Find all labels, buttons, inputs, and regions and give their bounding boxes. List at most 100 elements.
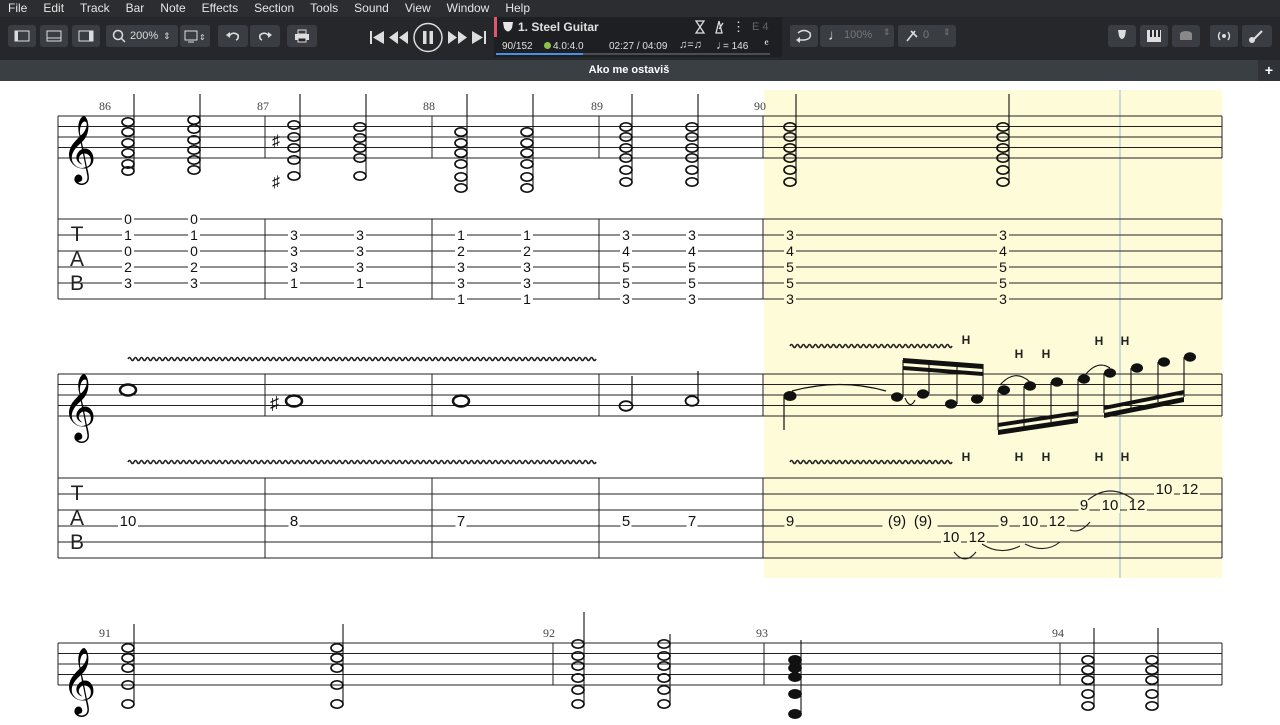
sixteenth-note[interactable] [1184, 352, 1196, 362]
playback-progress-track[interactable] [496, 53, 770, 55]
tab-fret-number[interactable]: 10 [1156, 481, 1173, 498]
more-options-icon[interactable]: ⋮ [732, 19, 745, 35]
chord-note[interactable] [788, 654, 802, 666]
chord-note-hollow[interactable] [657, 698, 671, 710]
tab-fret-number[interactable]: 5 [688, 259, 696, 275]
tab-fret-number[interactable]: 3 [356, 243, 364, 259]
tab-fret-number[interactable]: 4 [688, 243, 696, 259]
zoom-stepper-icon[interactable]: ⇕ [163, 31, 171, 42]
tab-fret-number[interactable]: 9 [1000, 513, 1008, 530]
tab-fret-number[interactable]: 5 [999, 259, 1007, 275]
tab-fret-number[interactable]: 2 [523, 243, 531, 259]
tab-fret-number[interactable]: 5 [786, 259, 794, 275]
chord-note[interactable] [788, 671, 802, 683]
chord-note-hollow[interactable] [121, 116, 135, 128]
chord-note-hollow[interactable] [287, 119, 301, 131]
tab-fret-number[interactable]: 4 [622, 243, 630, 259]
tab-fret-number[interactable]: 3 [786, 291, 794, 307]
chord-note-hollow[interactable] [685, 164, 699, 176]
tab-fret-number[interactable]: 1 [457, 227, 465, 243]
tab-fret-number[interactable]: 10 [943, 529, 960, 546]
chord-note-hollow[interactable] [1081, 700, 1095, 712]
tab-fret-number[interactable]: 9 [1080, 497, 1088, 514]
tab-fret-number[interactable]: 3 [786, 227, 794, 243]
tab-fret-number[interactable]: 0 [124, 243, 132, 259]
transpose-stepper-icon[interactable]: ⇕ [943, 27, 951, 38]
menu-bar-menu[interactable]: Bar [118, 0, 153, 17]
sixteenth-note[interactable] [1051, 377, 1063, 387]
chord-note[interactable] [788, 688, 802, 700]
hourglass-icon[interactable] [694, 20, 706, 34]
chord-note-hollow[interactable] [571, 660, 585, 672]
chord-note-hollow[interactable] [454, 147, 468, 159]
chord-note-hollow[interactable] [657, 672, 671, 684]
layout-screen-icon[interactable] [40, 25, 68, 47]
chord-note-hollow[interactable] [454, 158, 468, 170]
document-title[interactable]: Ako me ostaviš [0, 60, 1258, 81]
tab-fret-number[interactable]: 3 [190, 275, 198, 291]
tab-fret-number[interactable]: 1 [290, 275, 298, 291]
menu-note[interactable]: Note [152, 0, 193, 17]
chord-note-hollow[interactable] [121, 652, 135, 664]
tab-fret-number[interactable]: 3 [290, 259, 298, 275]
tab-fret-number[interactable]: 12 [1049, 513, 1066, 530]
sixteenth-note[interactable] [971, 394, 983, 404]
tab-fret-number[interactable]: 3 [523, 275, 531, 291]
menu-help[interactable]: Help [497, 0, 538, 17]
undo-icon[interactable] [218, 25, 248, 47]
sixteenth-note[interactable] [1131, 363, 1143, 373]
sixteenth-note[interactable] [945, 399, 957, 409]
tab-fret-number[interactable]: 5 [688, 275, 696, 291]
tab-fret-number[interactable]: 2 [457, 243, 465, 259]
menu-sound[interactable]: Sound [346, 0, 397, 17]
tab-fret-number[interactable]: 7 [457, 513, 465, 530]
chord-note-hollow[interactable] [520, 182, 534, 194]
menu-track[interactable]: Track [72, 0, 118, 17]
tab-fret-number[interactable]: 3 [356, 227, 364, 243]
zoom-control[interactable]: 200% ⇕ [106, 25, 178, 47]
whole-note[interactable] [118, 383, 138, 397]
chord-note-hollow[interactable] [520, 158, 534, 170]
drum-view-icon[interactable] [1172, 25, 1200, 47]
chord-note-hollow[interactable] [121, 698, 135, 710]
sixteenth-note[interactable] [1024, 381, 1036, 391]
tab-fret-number[interactable]: 0 [124, 211, 132, 227]
menu-effects[interactable]: Effects [194, 0, 246, 17]
tab-fret-number[interactable]: 1 [523, 291, 531, 307]
chord-note-hollow[interactable] [454, 137, 468, 149]
chord-note-hollow[interactable] [520, 171, 534, 183]
tab-fret-number[interactable]: 3 [457, 259, 465, 275]
tab-fret-number[interactable]: 3 [999, 227, 1007, 243]
tab-fret-number[interactable]: 3 [290, 227, 298, 243]
transpose-control[interactable]: 0 ⇕ [898, 25, 956, 47]
redo-icon[interactable] [250, 25, 280, 47]
chord-note-hollow[interactable] [1145, 688, 1159, 700]
go-to-start-icon[interactable] [370, 31, 384, 44]
tab-fret-number[interactable]: 3 [688, 291, 696, 307]
half-note[interactable] [684, 395, 700, 407]
loop-icon[interactable] [790, 25, 818, 47]
chord-note-hollow[interactable] [1081, 688, 1095, 700]
chord-note-hollow[interactable] [353, 132, 367, 144]
chord-note-hollow[interactable] [571, 672, 585, 684]
broadcast-icon[interactable] [1210, 25, 1238, 47]
tab-fret-number[interactable]: 12 [1129, 497, 1146, 514]
tab-fret-number[interactable]: 3 [356, 259, 364, 275]
chord-note-hollow[interactable] [1081, 674, 1095, 686]
sixteenth-note[interactable] [917, 389, 929, 399]
tab-fret-number[interactable]: 10 [1102, 497, 1119, 514]
tab-fret-number[interactable]: 5 [622, 513, 630, 530]
chord-note-hollow[interactable] [657, 684, 671, 696]
chord-note-hollow[interactable] [1081, 654, 1095, 666]
tab-fret-number[interactable]: 10 [120, 513, 137, 530]
chord-note-hollow[interactable] [353, 170, 367, 182]
pause-icon[interactable] [413, 22, 443, 53]
tab-fret-number[interactable]: 1 [356, 275, 364, 291]
quarter-note[interactable] [783, 391, 797, 401]
tab-fret-number[interactable]: 1 [523, 227, 531, 243]
chord-note-hollow[interactable] [657, 660, 671, 672]
chord-note[interactable] [788, 708, 802, 720]
guitar-tuner-icon[interactable] [1242, 25, 1272, 47]
guitar-view-icon[interactable] [1108, 25, 1136, 47]
screen-mode-icon[interactable]: ⇕ [180, 25, 210, 47]
